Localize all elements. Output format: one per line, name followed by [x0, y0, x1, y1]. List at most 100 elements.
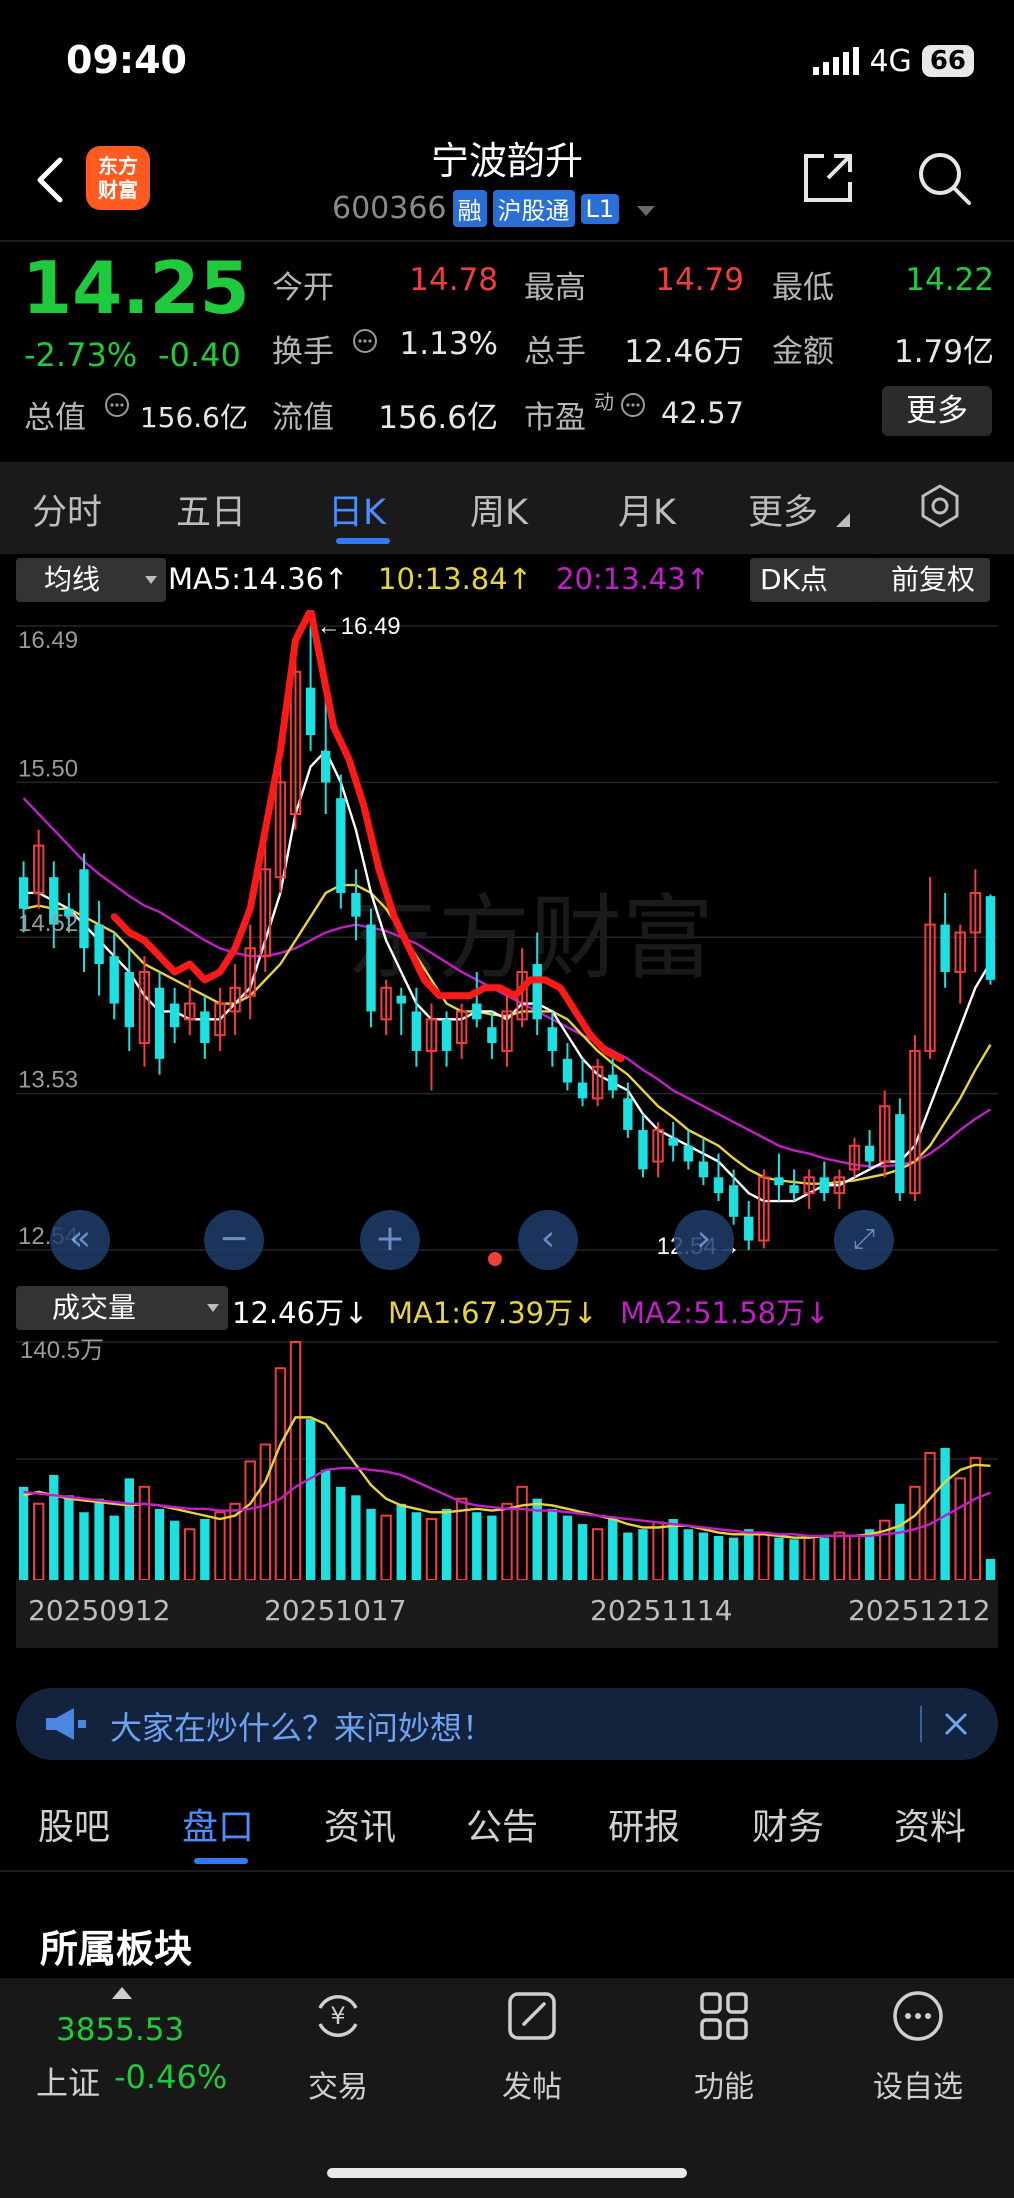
tab-five-day[interactable]: 五日	[176, 484, 246, 535]
candle	[638, 1129, 648, 1170]
tab-daily-k[interactable]: 日K	[328, 484, 386, 535]
open-label: 今开	[272, 270, 334, 306]
float-cap-label: 流值	[272, 400, 334, 436]
volume-bar	[94, 1498, 104, 1580]
trade-icon[interactable]: ¥	[310, 1988, 366, 2044]
volume-bar	[774, 1537, 784, 1580]
y-axis-label: 14.52	[18, 910, 78, 937]
share-icon[interactable]	[798, 148, 858, 208]
info-icon[interactable]	[620, 392, 646, 422]
date-label: 20250912	[28, 1594, 171, 1627]
close-icon[interactable]	[942, 1710, 970, 1742]
candle	[562, 1058, 573, 1083]
candle	[472, 1003, 482, 1020]
candle	[985, 896, 996, 980]
volume-bar	[18, 1486, 29, 1580]
tab-more[interactable]: 更多	[748, 484, 818, 535]
volume-bar	[396, 1503, 406, 1580]
tab-finance[interactable]: 财务	[752, 1798, 824, 1850]
down-arrow-icon: ↓	[805, 1296, 830, 1330]
tab-news[interactable]: 资讯	[324, 1798, 396, 1850]
kline-svg: 东方财富 16.4915.5014.5213.5312.54 ←16.4912.…	[16, 606, 998, 1275]
more-button[interactable]: 更多	[882, 386, 992, 436]
divider	[0, 240, 1014, 242]
volume-bar	[668, 1519, 678, 1580]
up-arrow-icon: ↑	[507, 562, 533, 596]
down-arrow-icon: ↓	[573, 1296, 598, 1330]
candle	[728, 1185, 739, 1217]
ma-selector-label: 均线	[44, 563, 101, 596]
amount-value: 1.79亿	[893, 334, 994, 370]
battery-icon: 66	[921, 45, 974, 77]
search-icon[interactable]	[914, 148, 974, 208]
tab-profile[interactable]: 资料	[894, 1798, 966, 1850]
volume-bar	[411, 1512, 422, 1580]
index-change[interactable]: -0.46%	[114, 2058, 227, 2096]
fullscreen-icon[interactable]: ⤢	[834, 1210, 894, 1270]
stock-subline[interactable]: 600366 融 沪股通 L1	[332, 190, 657, 227]
megaphone-icon	[44, 1706, 90, 1746]
candle	[124, 971, 134, 1028]
bottom-post[interactable]: 发帖	[462, 2062, 602, 2106]
dk-point-button[interactable]: DK点	[750, 558, 880, 602]
tab-monthly-k[interactable]: 月K	[618, 484, 676, 535]
settings-gear-icon[interactable]	[916, 482, 964, 534]
candle	[94, 924, 104, 965]
bottom-watchlist[interactable]: 设自选	[848, 2062, 988, 2106]
volume-bar	[154, 1508, 165, 1580]
info-icon[interactable]	[104, 392, 130, 422]
volume-bar	[713, 1535, 724, 1580]
candle	[18, 877, 29, 909]
vol-ma1-label: MA1:67.39万↓	[388, 1290, 597, 1332]
volume-bar	[64, 1495, 74, 1580]
volume-bar	[728, 1537, 739, 1580]
home-indicator[interactable]	[327, 2168, 687, 2178]
y-axis-label: 15.50	[18, 755, 78, 782]
tab-weekly-k[interactable]: 周K	[470, 484, 528, 535]
ma20-value: 20:13.43	[556, 562, 686, 596]
tab-announcements[interactable]: 公告	[466, 1798, 538, 1850]
volume-bar	[487, 1515, 497, 1580]
scroll-left-button[interactable]: ‹	[518, 1210, 578, 1270]
zoom-in-button[interactable]: +	[360, 1210, 420, 1270]
banner-text: 大家在炒什么？来问妙想！	[110, 1709, 495, 1747]
candle	[487, 1027, 497, 1044]
tab-research[interactable]: 研报	[608, 1798, 680, 1850]
index-name[interactable]: 上证	[36, 2058, 100, 2104]
watchlist-icon[interactable]	[890, 1988, 946, 2044]
kline-chart[interactable]: 东方财富 16.4915.5014.5213.5312.54 ←16.4912.…	[16, 606, 998, 1275]
corner-caret-icon	[836, 512, 850, 531]
ma5-value: MA5:14.36	[168, 562, 325, 596]
scroll-left-fast-button[interactable]: «	[50, 1210, 110, 1270]
float-cap-value: 156.6亿	[378, 400, 498, 436]
volume-selector[interactable]: 成交量	[16, 1286, 228, 1330]
turnover-label: 换手	[272, 334, 334, 370]
volume-bar	[169, 1520, 180, 1580]
info-icon[interactable]	[352, 328, 378, 358]
ai-banner[interactable]: 大家在炒什么？来问妙想！	[16, 1688, 998, 1760]
status-indicators: 4G 66	[813, 42, 974, 80]
adjust-button[interactable]: 前复权	[876, 558, 990, 602]
date-label: 20251212	[848, 1594, 991, 1627]
date-label: 20251114	[590, 1594, 733, 1627]
high-value: 14.79	[655, 262, 744, 298]
tab-order-book[interactable]: 盘口	[182, 1798, 254, 1850]
index-value[interactable]: 3855.53	[56, 2012, 184, 2048]
functions-icon[interactable]	[696, 1988, 752, 2044]
tab-forum[interactable]: 股吧	[38, 1798, 110, 1850]
volume-chart[interactable]: 140.5万	[16, 1330, 998, 1582]
volume-bar	[79, 1512, 89, 1580]
scroll-right-button[interactable]: ›	[674, 1210, 734, 1270]
volume-bar	[124, 1478, 134, 1580]
y-axis-label: 16.49	[18, 627, 78, 654]
post-icon[interactable]	[504, 1988, 560, 2044]
candle	[79, 869, 89, 949]
bottom-trade[interactable]: 交易	[268, 2062, 408, 2106]
bottom-functions[interactable]: 功能	[654, 2062, 794, 2106]
candle	[200, 1011, 210, 1044]
open-value: 14.78	[409, 262, 498, 298]
zoom-out-button[interactable]: −	[204, 1210, 264, 1270]
vol-ma1-value: MA1:67.39万	[388, 1296, 574, 1330]
tab-intraday[interactable]: 分时	[32, 484, 102, 535]
ma-selector[interactable]: 均线	[16, 558, 166, 602]
